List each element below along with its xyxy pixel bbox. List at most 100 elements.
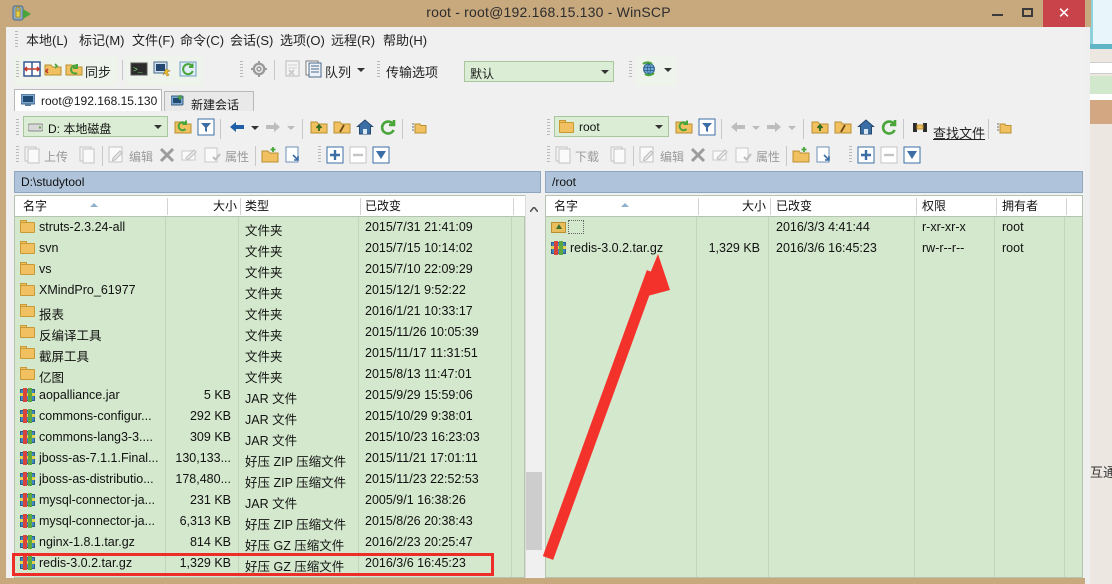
- root-directory-icon[interactable]: [333, 118, 351, 136]
- transfer-preset-combobox[interactable]: 默认: [464, 61, 614, 82]
- queue-chevron-down-icon[interactable]: [357, 68, 365, 72]
- remote-bookmark-folder-icon[interactable]: [995, 118, 1013, 136]
- local-col-size[interactable]: 大小: [197, 196, 237, 216]
- menu-remote[interactable]: 远程(R): [325, 31, 381, 50]
- compare-directories-icon[interactable]: [23, 60, 41, 78]
- remote-root-directory-icon[interactable]: [834, 118, 852, 136]
- menu-help[interactable]: 帮助(H): [377, 31, 433, 50]
- local-drive-combobox[interactable]: D: 本地磁盘: [23, 116, 168, 137]
- remote-directory-chevron-down-icon[interactable]: [655, 125, 663, 129]
- remote-filter-funnel-icon[interactable]: [698, 118, 716, 136]
- remote-parent-directory-icon[interactable]: [811, 118, 829, 136]
- filter-funnel-icon[interactable]: [197, 118, 215, 136]
- table-row[interactable]: jboss-as-distributio... 178,480... 好压 ZIP …: [15, 469, 524, 490]
- table-row[interactable]: 亿图 50,754 好压 RAR 压缩文件 2015/8/3 19:11:15: [15, 574, 524, 577]
- find-files-label[interactable]: 查找文件: [933, 123, 985, 142]
- local-col-type[interactable]: 类型: [245, 196, 269, 216]
- open-terminal-icon[interactable]: >_: [130, 60, 148, 78]
- table-row[interactable]: struts-2.3.24-all 文件夹 2015/7/31 21:41:09: [15, 217, 524, 238]
- remote-col-owner[interactable]: 拥有者: [1002, 196, 1038, 216]
- remote-path-display[interactable]: /root: [545, 171, 1083, 193]
- remote-open-directory-icon[interactable]: [675, 118, 693, 136]
- minimize-button[interactable]: [981, 0, 1012, 27]
- refresh-icon[interactable]: [379, 118, 397, 136]
- remote-col-sep-5[interactable]: [1066, 198, 1067, 215]
- table-row[interactable]: mysql-connector-ja... 6,313 KB 好压 ZIP 压缩文件…: [15, 511, 524, 532]
- table-row[interactable]: commons-configur... 292 KB JAR 文件 2015/10/2…: [15, 406, 524, 427]
- tab-session-root[interactable]: root@192.168.15.130: [14, 89, 162, 111]
- close-button[interactable]: ✕: [1043, 0, 1085, 27]
- remote-new-folder-icon[interactable]: [792, 146, 810, 164]
- table-row[interactable]: jboss-as-7.1.1.Final.... 130,133... 好压 ZIP…: [15, 448, 524, 469]
- queue-list-icon[interactable]: [305, 60, 323, 78]
- remote-select-invert-icon[interactable]: [903, 146, 921, 164]
- refresh-both-icon[interactable]: [179, 60, 197, 78]
- remote-col-sep-3[interactable]: [916, 198, 917, 215]
- table-row[interactable]: redis-3.0.2.tar.gz 1,329 KB 好压 GZ 压缩文件 2016…: [15, 553, 524, 574]
- transfer-preset-chevron-down-icon[interactable]: [601, 70, 609, 74]
- table-row[interactable]: XMindPro_61977 文件夹 2015/12/1 9:52:22: [15, 280, 524, 301]
- select-plus-icon[interactable]: [326, 146, 344, 164]
- menu-session[interactable]: 会话(S): [224, 31, 279, 50]
- remote-col-sep-1[interactable]: [698, 198, 699, 215]
- preferences-gear-icon[interactable]: [250, 60, 268, 78]
- open-putty-icon[interactable]: [153, 60, 171, 78]
- table-row[interactable]: 2016/3/3 4:41:44 r-xr-xr-x root: [546, 217, 1082, 238]
- table-row[interactable]: nginx-1.8.1.tar.gz 814 KB 好压 GZ 压缩文件 2016/2…: [15, 532, 524, 553]
- table-row[interactable]: mysql-connector-ja... 231 KB JAR 文件 2005/9/…: [15, 490, 524, 511]
- table-row[interactable]: redis-3.0.2.tar.gz 1,329 KB 2016/3/6 16:45…: [546, 238, 1082, 259]
- menu-local[interactable]: 本地(L): [20, 31, 74, 50]
- local-drive-chevron-down-icon[interactable]: [154, 125, 162, 129]
- parent-directory-icon[interactable]: [310, 118, 328, 136]
- select-invert-icon[interactable]: [372, 146, 390, 164]
- remote-col-sep-2[interactable]: [770, 198, 771, 215]
- remote-col-sep-4[interactable]: [996, 198, 997, 215]
- local-col-sep-4[interactable]: [513, 198, 514, 215]
- menu-options[interactable]: 选项(O): [274, 31, 331, 50]
- table-row[interactable]: aopalliance.jar 5 KB JAR 文件 2015/9/29 15:59…: [15, 385, 524, 406]
- new-folder-icon[interactable]: [261, 146, 279, 164]
- local-col-sep-2[interactable]: [240, 198, 241, 215]
- local-path-display[interactable]: D:\studytool: [14, 171, 541, 193]
- remote-col-rights[interactable]: 权限: [922, 196, 946, 216]
- local-col-name[interactable]: 名字: [23, 196, 47, 216]
- table-row[interactable]: commons-lang3-3.... 309 KB JAR 文件 2015/10/2…: [15, 427, 524, 448]
- open-directory-icon[interactable]: [174, 118, 192, 136]
- remote-new-file-icon[interactable]: [815, 146, 833, 164]
- home-directory-icon[interactable]: [356, 118, 374, 136]
- tab-new-session[interactable]: 新建会话: [164, 91, 254, 112]
- globe-refresh-icon[interactable]: [640, 60, 658, 78]
- maximize-button[interactable]: [1012, 0, 1043, 27]
- scroll-thumb[interactable]: [526, 472, 542, 550]
- local-vertical-scrollbar[interactable]: [525, 195, 542, 578]
- remote-home-directory-icon[interactable]: [857, 118, 875, 136]
- queue-label[interactable]: 队列: [325, 62, 351, 81]
- scroll-up-button[interactable]: [526, 195, 542, 213]
- back-history-chevron-icon[interactable]: [251, 126, 259, 130]
- remote-col-size[interactable]: 大小: [726, 196, 766, 216]
- table-row[interactable]: 报表 文件夹 2016/1/21 10:33:17: [15, 301, 524, 322]
- find-files-binoculars-icon[interactable]: [911, 118, 929, 136]
- menu-mark[interactable]: 标记(M): [73, 31, 131, 50]
- table-row[interactable]: vs 文件夹 2015/7/10 22:09:29: [15, 259, 524, 280]
- new-file-icon[interactable]: [284, 146, 302, 164]
- web-chevron-down-icon[interactable]: [664, 68, 672, 72]
- sync-label[interactable]: 同步: [85, 62, 111, 81]
- local-col-sep-1[interactable]: [167, 198, 168, 215]
- table-row[interactable]: 截屏工具 文件夹 2015/11/17 11:31:51: [15, 343, 524, 364]
- remote-file-list[interactable]: 2016/3/3 4:41:44 r-xr-xr-x root redis-3.0.2…: [545, 217, 1083, 578]
- menu-command[interactable]: 命令(C): [174, 31, 230, 50]
- remote-directory-combobox[interactable]: root: [554, 116, 669, 137]
- bookmark-folder-icon[interactable]: [410, 118, 428, 136]
- synchronize-browsing-icon[interactable]: [44, 60, 62, 78]
- remote-col-name[interactable]: 名字: [554, 196, 578, 216]
- menu-file[interactable]: 文件(F): [126, 31, 181, 50]
- remote-col-changed[interactable]: 已改变: [776, 196, 812, 216]
- local-col-changed[interactable]: 已改变: [365, 196, 401, 216]
- local-col-sep-3[interactable]: [360, 198, 361, 215]
- table-row[interactable]: 反编译工具 文件夹 2015/11/26 10:05:39: [15, 322, 524, 343]
- local-file-list[interactable]: struts-2.3.24-all 文件夹 2015/7/31 21:41:09 sv…: [14, 217, 525, 578]
- remote-select-plus-icon[interactable]: [857, 146, 875, 164]
- remote-refresh-icon[interactable]: [880, 118, 898, 136]
- table-row[interactable]: svn 文件夹 2015/7/15 10:14:02: [15, 238, 524, 259]
